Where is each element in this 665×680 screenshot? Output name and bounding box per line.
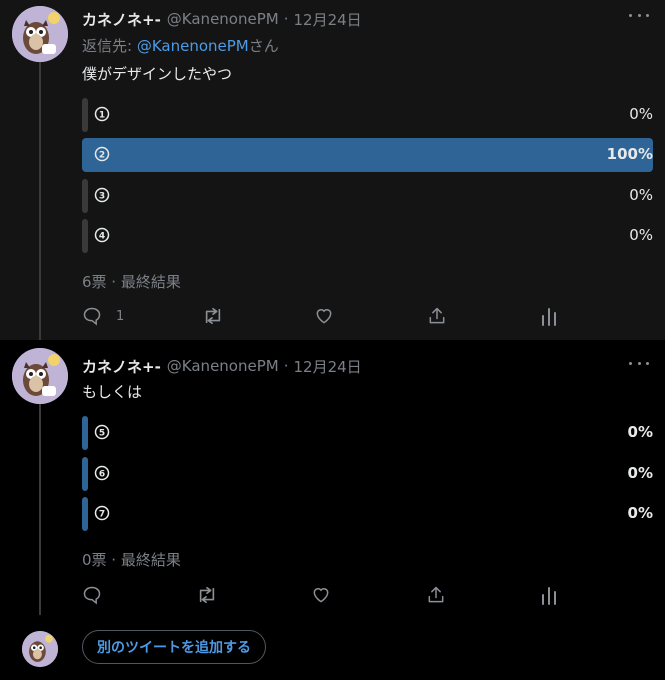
analytics-icon: [542, 308, 556, 326]
tweet-text: もしくは: [82, 383, 143, 401]
poll-meta: 0票 · 最終結果: [82, 551, 181, 569]
analytics-button[interactable]: [540, 584, 558, 606]
add-tweet-row: 別のツイートを追加する: [0, 615, 665, 680]
separator: ·: [283, 10, 289, 28]
poll-percent: 0%: [629, 186, 653, 204]
analytics-button[interactable]: [540, 305, 558, 327]
reply-mention-link[interactable]: @KanenonePM: [137, 37, 249, 55]
svg-text:1: 1: [99, 111, 105, 121]
poll-bar: [82, 416, 88, 450]
poll-option-4: 4 0%: [82, 219, 653, 253]
share-icon: [429, 307, 445, 324]
tweet-1[interactable]: カネノネ+- @KanenonePM · 12月24日 返信先: @Kaneno…: [0, 0, 665, 340]
poll-percent: 100%: [606, 145, 653, 163]
share-icon: [428, 586, 444, 603]
more-icon[interactable]: [629, 10, 649, 20]
poll-meta: 6票 · 最終結果: [82, 273, 181, 291]
author-handle[interactable]: @KanenonePM: [167, 357, 279, 375]
author-name[interactable]: カネノネ+-: [82, 9, 161, 30]
avatar[interactable]: [12, 348, 68, 404]
retweet-icon: [199, 586, 215, 604]
tweet-2[interactable]: カネノネ+- @KanenonePM · 12月24日 もしくは 5 0% 6 …: [0, 340, 665, 615]
circled-3-icon: 3: [94, 187, 110, 203]
poll-percent: 0%: [629, 226, 653, 244]
like-button[interactable]: [314, 305, 334, 327]
share-button[interactable]: [426, 584, 446, 606]
poll-percent: 0%: [629, 105, 653, 123]
circled-1-icon: 1: [94, 106, 110, 122]
analytics-icon: [542, 587, 556, 605]
poll-bar: [82, 179, 88, 213]
poll-bar: [82, 98, 88, 132]
poll-option-7: 7 0%: [82, 497, 653, 531]
reply-icon: [83, 307, 101, 326]
reply-suffix: さん: [248, 37, 279, 55]
poll-option-5: 5 0%: [82, 416, 653, 450]
tweet-header: カネノネ+- @KanenonePM · 12月24日: [82, 8, 651, 30]
poll-option-2: 2 100%: [82, 138, 653, 172]
tweet-date[interactable]: 12月24日: [294, 356, 362, 377]
poll-percent: 0%: [627, 504, 653, 522]
poll-percent: 0%: [627, 464, 653, 482]
svg-text:7: 7: [99, 510, 105, 520]
reply-count: 1: [116, 308, 125, 324]
thread-line: [39, 62, 41, 340]
circled-4-icon: 4: [94, 227, 110, 243]
heart-icon: [316, 309, 332, 324]
poll-bar: [82, 457, 88, 491]
svg-text:2: 2: [99, 151, 105, 161]
retweet-button[interactable]: [202, 305, 224, 327]
tweet-date[interactable]: 12月24日: [294, 9, 362, 30]
reply-button[interactable]: 1: [82, 305, 124, 327]
circled-2-icon: 2: [94, 146, 110, 162]
poll-option-6: 6 0%: [82, 457, 653, 491]
action-bar: 1: [82, 305, 562, 327]
avatar[interactable]: [12, 6, 68, 62]
poll-percent: 0%: [627, 423, 653, 441]
author-name[interactable]: カネノネ+-: [82, 356, 161, 377]
retweet-button[interactable]: [196, 584, 218, 606]
reply-prefix: 返信先:: [82, 37, 137, 55]
svg-text:3: 3: [99, 192, 105, 202]
more-icon[interactable]: [629, 358, 649, 368]
svg-text:5: 5: [99, 429, 105, 439]
poll-bar: [82, 219, 88, 253]
poll-bar: [82, 497, 88, 531]
separator: ·: [283, 357, 289, 375]
action-bar: [82, 584, 562, 606]
svg-text:4: 4: [99, 232, 105, 242]
retweet-icon: [205, 307, 221, 325]
thread-line: [39, 402, 41, 615]
poll-option-1: 1 0%: [82, 98, 653, 132]
svg-text:6: 6: [99, 470, 105, 480]
share-button[interactable]: [427, 305, 447, 327]
author-handle[interactable]: @KanenonePM: [167, 10, 279, 28]
reply-icon: [83, 586, 101, 605]
like-button[interactable]: [311, 584, 331, 606]
add-another-tweet-button[interactable]: 別のツイートを追加する: [82, 630, 266, 664]
tweet-header: カネノネ+- @KanenonePM · 12月24日: [82, 355, 651, 377]
poll-option-3: 3 0%: [82, 179, 653, 213]
reply-to: 返信先: @KanenonePMさん: [82, 35, 279, 56]
circled-5-icon: 5: [94, 424, 110, 440]
reply-button[interactable]: [82, 584, 116, 606]
avatar: [22, 631, 58, 667]
heart-icon: [313, 588, 329, 603]
tweet-text: 僕がデザインしたやつ: [82, 65, 233, 83]
circled-6-icon: 6: [94, 465, 110, 481]
poll-bar-winner: [82, 138, 653, 172]
circled-7-icon: 7: [94, 505, 110, 521]
